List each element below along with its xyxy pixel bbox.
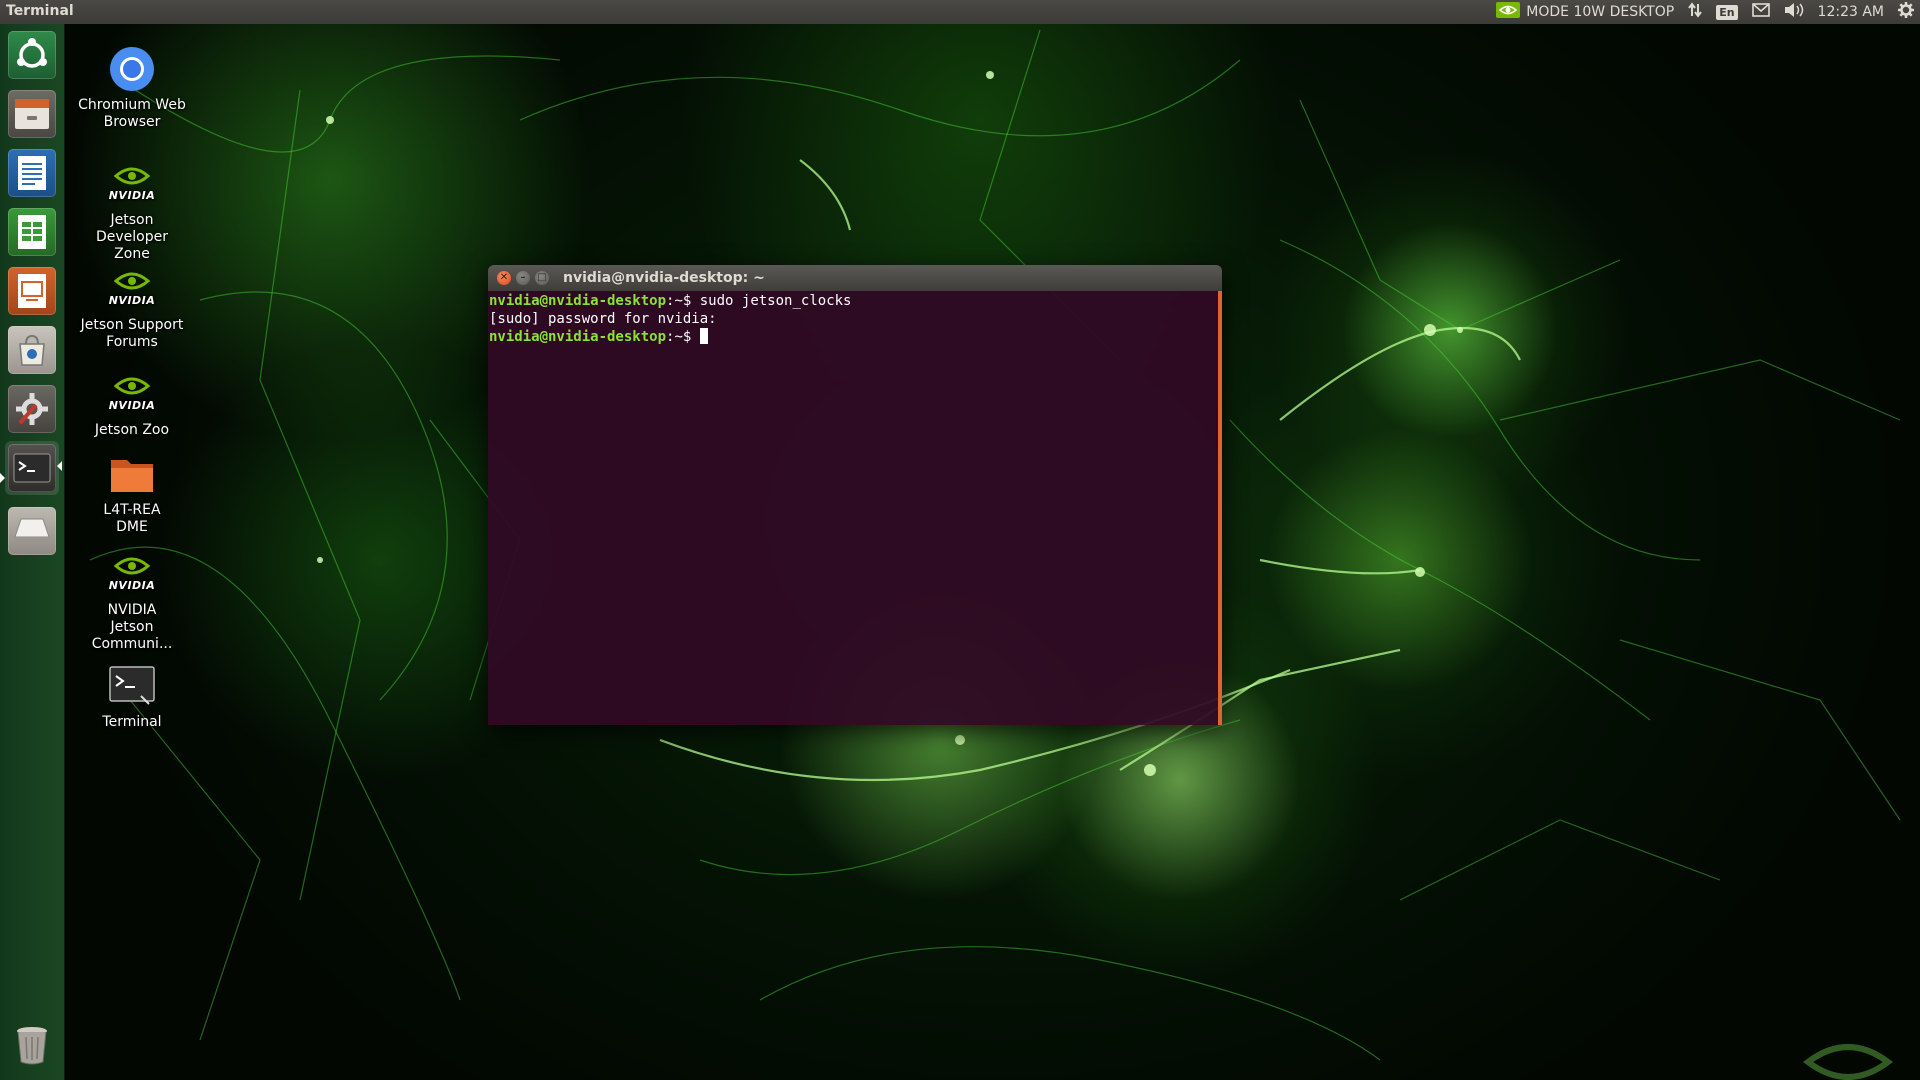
disk-drive-icon <box>8 507 56 555</box>
nvidia-logo-icon: NVIDIA <box>108 370 156 418</box>
chromium-icon <box>108 45 156 93</box>
launcher-settings[interactable] <box>5 382 59 436</box>
terminal-line: nvidia@nvidia-desktop:~$ sudo jetson_clo… <box>489 292 1217 310</box>
libreoffice-impress-icon <box>8 267 56 315</box>
terminal-output[interactable]: nvidia@nvidia-desktop:~$ sudo jetson_clo… <box>488 291 1222 725</box>
terminal-line: nvidia@nvidia-desktop:~$ <box>489 328 1217 346</box>
window-title: nvidia@nvidia-desktop: ~ <box>563 270 765 286</box>
nvidia-watermark-icon <box>1802 1044 1894 1080</box>
close-button[interactable]: ✕ <box>497 271 511 285</box>
launcher-writer[interactable] <box>5 146 59 200</box>
launcher-calc[interactable] <box>5 205 59 259</box>
power-mode-label: MODE 10W DESKTOP <box>1526 4 1675 20</box>
nvidia-wordmark: NVIDIA <box>108 293 156 307</box>
terminal-command <box>691 329 699 345</box>
launcher-software[interactable] <box>5 323 59 377</box>
window-titlebar[interactable]: ✕ – □ nvidia@nvidia-desktop: ~ <box>488 265 1222 291</box>
volume-icon <box>1784 2 1804 22</box>
nvidia-wordmark: NVIDIA <box>108 398 156 412</box>
active-app-title: Terminal <box>6 3 74 19</box>
nvidia-logo-icon: NVIDIA <box>108 265 156 313</box>
mail-icon <box>1751 3 1770 21</box>
terminal-command: sudo jetson_clocks <box>691 293 852 309</box>
prompt-user-host: nvidia@nvidia-desktop <box>489 329 667 345</box>
minimize-icon: – <box>520 272 526 283</box>
desktop-icon-label: Chromium Web Browser <box>78 97 186 130</box>
network-indicator[interactable] <box>1688 2 1702 22</box>
terminal-line: [sudo] password for nvidia: <box>489 310 1217 328</box>
sound-indicator[interactable] <box>1784 2 1804 22</box>
text-cursor <box>699 328 708 344</box>
trash-icon <box>8 1021 56 1069</box>
gear-icon <box>1898 2 1914 22</box>
desktop-icon-l4t-readme[interactable]: L4T-README <box>77 450 187 536</box>
desktop-icon-label: L4T-README <box>103 502 161 535</box>
desktop-icon-chromium[interactable]: Chromium Web Browser <box>77 45 187 131</box>
launcher-impress[interactable] <box>5 264 59 318</box>
nvidia-logo-icon: NVIDIA <box>108 160 156 208</box>
nvidia-wordmark: NVIDIA <box>108 578 156 592</box>
minimize-button[interactable]: – <box>516 271 530 285</box>
libreoffice-writer-icon <box>8 149 56 197</box>
keyboard-indicator[interactable]: En <box>1716 4 1738 20</box>
terminal-icon <box>108 662 156 710</box>
messaging-indicator[interactable] <box>1751 3 1770 21</box>
prompt-path: ~ <box>674 293 683 309</box>
desktop-icon-label: Jetson Developer Zone <box>95 212 168 262</box>
close-icon: ✕ <box>499 272 509 283</box>
system-settings-icon <box>8 385 56 433</box>
file-manager-icon <box>8 90 56 138</box>
clock-indicator[interactable]: 12:23 AM <box>1818 4 1884 20</box>
nvidia-logo-icon: NVIDIA <box>108 550 156 598</box>
power-mode-indicator[interactable]: MODE 10W DESKTOP <box>1496 2 1674 22</box>
ubuntu-icon <box>8 31 56 79</box>
nvidia-wordmark: NVIDIA <box>108 188 156 202</box>
desktop-icon-terminal[interactable]: Terminal <box>77 662 187 731</box>
prompt-user-host: nvidia@nvidia-desktop <box>489 293 667 309</box>
launcher-files[interactable] <box>5 87 59 141</box>
top-panel: Terminal MODE 10W DESKTOP En 12:23 AM <box>0 0 1920 24</box>
launcher-disk[interactable] <box>5 504 59 558</box>
desktop-icon-jetson-zoo[interactable]: NVIDIA Jetson Zoo <box>77 370 187 439</box>
session-indicator[interactable] <box>1898 2 1914 22</box>
terminal-icon <box>8 444 56 492</box>
folder-icon <box>108 450 156 498</box>
maximize-button[interactable]: □ <box>535 271 549 285</box>
launcher-focus-indicator <box>57 461 62 471</box>
launcher-terminal[interactable] <box>5 441 59 495</box>
keyboard-icon: En <box>1716 4 1738 20</box>
libreoffice-calc-icon <box>8 208 56 256</box>
desktop-icon-label: NVIDIA Jetson Communi... <box>91 602 173 652</box>
desktop-icon-label: Jetson Zoo <box>94 422 170 438</box>
clock-label: 12:23 AM <box>1817 4 1884 20</box>
software-center-icon <box>8 326 56 374</box>
maximize-icon: □ <box>537 272 547 283</box>
desktop-icon-label: Jetson Support Forums <box>80 317 184 350</box>
desktop-icon-jetson-developer-zone[interactable]: NVIDIA Jetson Developer Zone <box>77 160 187 263</box>
desktop-icon-jetson-support-forums[interactable]: NVIDIA Jetson Support Forums <box>77 265 187 351</box>
terminal-window[interactable]: ✕ – □ nvidia@nvidia-desktop: ~ nvidia@nv… <box>488 265 1222 725</box>
prompt-path: ~ <box>674 329 683 345</box>
launcher-trash[interactable] <box>5 1018 59 1072</box>
desktop-icon-nvidia-jetson-community[interactable]: NVIDIA NVIDIA Jetson Communi... <box>77 550 187 653</box>
system-tray: MODE 10W DESKTOP En 12:23 AM <box>1496 0 1914 24</box>
nvidia-icon <box>1496 2 1521 22</box>
network-icon <box>1688 2 1702 22</box>
launcher-dash-home[interactable] <box>5 28 59 82</box>
desktop-icon-label: Terminal <box>102 714 162 730</box>
terminal-output-text: [sudo] password for nvidia: <box>489 311 717 327</box>
launcher <box>0 24 65 1080</box>
